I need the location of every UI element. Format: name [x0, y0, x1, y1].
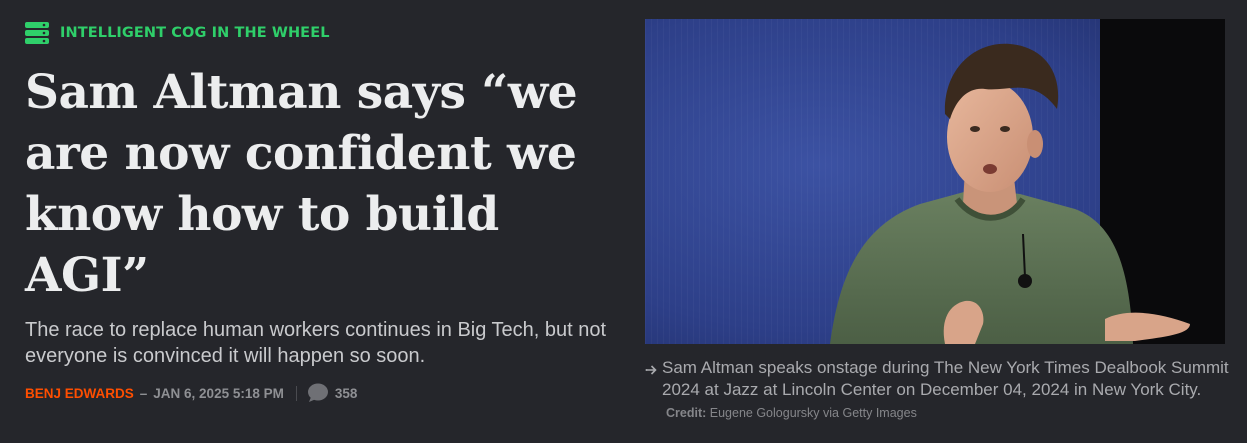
- headline: Sam Altman says “we are now confident we…: [25, 65, 578, 303]
- speech-bubble-icon: [307, 383, 329, 403]
- comment-count[interactable]: 358: [335, 386, 358, 401]
- comments-link[interactable]: 358: [307, 383, 358, 403]
- arrow-pointer-icon: [645, 361, 659, 375]
- article-header: INTELLIGENT COG IN THE WHEEL Sam Altman …: [25, 0, 615, 443]
- publish-date: JAN 6, 2025 5:18 PM: [153, 385, 284, 401]
- stacked-servers-icon: [25, 22, 49, 44]
- author-link[interactable]: BENJ EDWARDS: [25, 386, 134, 401]
- byline-separator: –: [139, 385, 148, 401]
- photo-caption: Sam Altman speaks onstage during The New…: [645, 357, 1235, 424]
- lead-photo[interactable]: [645, 19, 1225, 344]
- caption-text: Sam Altman speaks onstage during The New…: [662, 358, 1229, 399]
- credit-text: Eugene Gologursky via Getty Images: [709, 406, 917, 420]
- kicker-label[interactable]: INTELLIGENT COG IN THE WHEEL: [60, 25, 330, 41]
- photo-credit: Credit: Eugene Gologursky via Getty Imag…: [662, 406, 917, 420]
- credit-label: Credit:: [666, 406, 707, 420]
- dek: The race to replace human workers contin…: [25, 319, 607, 367]
- section-kicker[interactable]: INTELLIGENT COG IN THE WHEEL: [25, 22, 330, 44]
- divider: [295, 385, 297, 401]
- byline: BENJ EDWARDS – JAN 6, 2025 5:18 PM 358: [25, 383, 357, 403]
